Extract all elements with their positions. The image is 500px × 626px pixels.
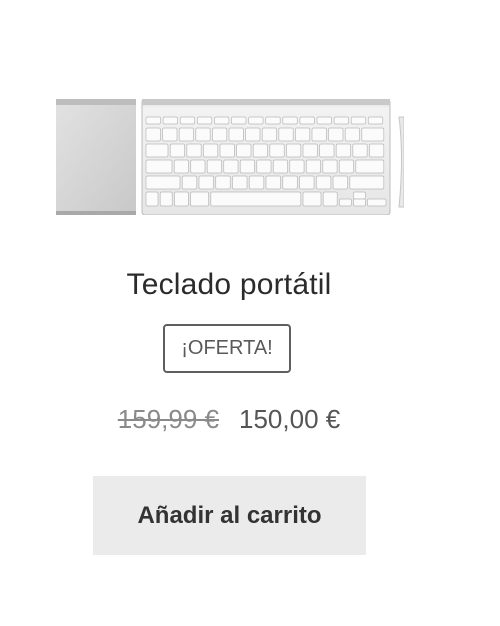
keyboard-key [252,143,268,158]
keyboard-key [178,127,194,142]
keyboard-key [190,191,209,207]
keyboard-key [369,143,385,158]
keyboard-key [265,116,281,125]
keyboard-key [145,191,159,207]
trackpad-shape [56,99,136,215]
keyboard-key [245,127,261,142]
keyboard-key [195,127,211,142]
keyboard-key [145,143,169,158]
keyboard-key [319,143,335,158]
add-to-cart-button[interactable]: Añadir al carrito [93,476,366,555]
sale-price: 150,00 € [239,404,341,434]
keyboard-key [305,159,321,174]
keyboard-key [261,127,277,142]
mouse-shape [398,116,404,208]
keyboard-key [289,159,305,174]
keyboard-key [210,191,302,207]
keyboard-key [315,175,332,190]
keyboard-key [223,159,239,174]
keyboard-key [338,159,354,174]
keyboard-key [206,159,222,174]
keyboard-key [159,191,173,207]
price-block: 159,99 € 150,00 € [0,404,458,435]
keyboard-key [282,175,298,190]
keyboard-key [181,175,198,190]
keyboard-key [248,175,265,190]
keyboard-key [339,198,352,207]
keyboard-key [196,116,213,125]
keyboard-key [332,175,348,190]
keyboard-key [361,127,385,142]
keyboard-key [256,159,272,174]
keyboard-key [367,198,387,207]
keyboard-key [299,116,315,125]
keyboard-key [248,116,264,125]
keyboard-key [353,191,366,200]
keyboard-key [295,127,311,142]
keyboard-key [212,127,228,142]
keyboard-key [286,143,302,158]
keyboard-key [349,175,385,190]
regular-price: 159,99 € [117,404,219,434]
keyboard-key [169,143,185,158]
keyboard-key [355,159,385,174]
keyboard-key [352,143,368,158]
keyboard-key [162,116,178,125]
keyboard-key [322,159,338,174]
keyboard-key [203,143,219,158]
product-image[interactable] [56,99,404,215]
keyboard-key [232,175,248,190]
keyboard-key [236,143,252,158]
keyboard-key [272,159,288,174]
keyboard-key [145,175,181,190]
keyboard-key [239,159,255,174]
product-title[interactable]: Teclado portátil [0,268,458,302]
keyboard-key [367,116,384,125]
keyboard-key [322,191,338,207]
keyboard-key [278,127,294,142]
product-card: Teclado portátil ¡OFERTA! 159,99 € 150,00… [0,0,500,626]
keyboard-key [214,116,230,125]
keyboard-key [186,143,202,158]
keyboard-key [162,127,178,142]
keyboard-key [311,127,327,142]
keyboard-key [269,143,285,158]
keyboard-key [215,175,231,190]
keyboard-key [299,175,315,190]
keyboard-key [231,116,247,125]
keyboard-key [282,116,298,125]
keyboard-key [173,159,189,174]
keyboard-key [328,127,344,142]
keyboard-trackpad-image [56,99,404,215]
sale-badge: ¡OFERTA! [163,324,291,373]
keyboard-key [198,175,214,190]
keyboard-key [353,198,366,207]
keyboard-key [333,116,349,125]
keyboard-key [219,143,235,158]
keyboard-key [350,116,367,125]
keyboard-key [145,116,161,125]
keyboard-key [316,116,332,125]
keyboard-key [335,143,351,158]
keyboard-key [145,159,173,174]
keyboard-key [265,175,281,190]
keyboard-key [302,143,318,158]
keyboard-key [302,191,322,207]
keyboard-key [174,191,189,207]
keyboard-key [228,127,244,142]
keyboard-key [179,116,196,125]
keyboard-key [344,127,360,142]
keyboard-key [190,159,206,174]
keyboard-key [145,127,161,142]
